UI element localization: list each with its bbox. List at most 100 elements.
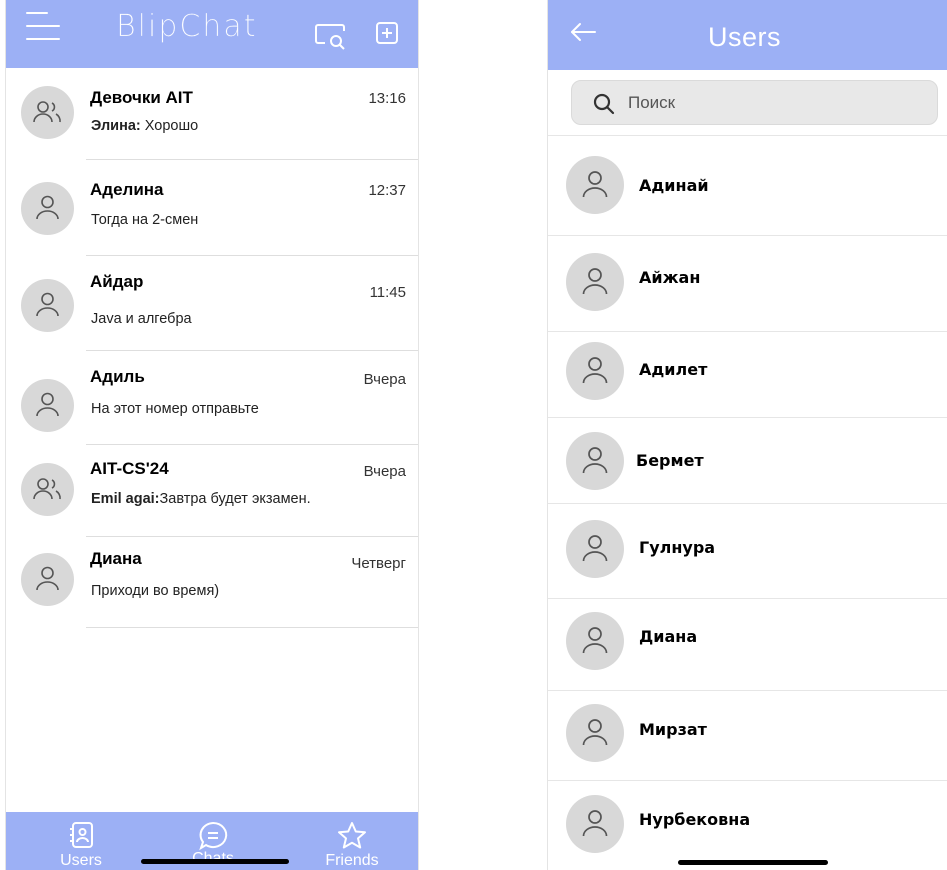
chat-message: Java и алгебра [91, 311, 192, 327]
user-list-item[interactable]: Бермет [548, 417, 947, 507]
person-icon [36, 566, 59, 591]
row-divider [86, 627, 418, 628]
user-name: Айжан [639, 268, 701, 287]
star-icon [338, 822, 366, 849]
user-avatar [566, 795, 624, 853]
hamburger-menu-icon[interactable] [26, 8, 60, 44]
user-avatar [21, 379, 74, 432]
tab-users[interactable]: Users [41, 812, 121, 870]
person-icon [582, 627, 608, 654]
chat-item[interactable]: AIT-CS'24 Вчера Emil agai:Завтра будет э… [6, 445, 418, 537]
user-name: Адилет [639, 360, 708, 379]
chat-preview: Emil agai:Завтра будет экзамен. [91, 491, 311, 507]
chat-bubble-icon [199, 821, 228, 851]
chat-item[interactable]: Диана Четверг Приходи во время) [6, 537, 418, 628]
search-bar[interactable] [571, 80, 938, 125]
chat-sender: Emil agai: [91, 491, 160, 507]
tab-friends[interactable]: Friends [312, 812, 392, 870]
chat-time: 12:37 [368, 182, 406, 199]
chat-time: Вчера [363, 463, 406, 480]
chat-item[interactable]: Девочки AIT 13:16 Элина: Хорошо [6, 68, 418, 160]
user-avatar [21, 182, 74, 235]
chat-item[interactable]: Аделина 12:37 Тогда на 2-смен [6, 160, 418, 256]
chat-list: Девочки AIT 13:16 Элина: Хорошо Аделина … [6, 68, 418, 628]
chat-sender: Элина: [91, 118, 145, 134]
user-avatar [21, 279, 74, 332]
chat-name: Диана [90, 549, 142, 568]
user-list-item[interactable]: Айжан [548, 236, 947, 332]
home-indicator [678, 860, 828, 865]
chat-time: Вчера [363, 371, 406, 388]
chat-preview: На этот номер отправьте [91, 401, 259, 417]
user-list-item[interactable]: Гулнура [548, 503, 947, 599]
user-avatar [566, 253, 624, 311]
user-list-item[interactable]: Нурбековна [548, 780, 947, 870]
chat-time: 13:16 [368, 90, 406, 107]
user-name: Гулнура [639, 538, 716, 557]
page-title: Users [708, 22, 782, 52]
user-list-item[interactable]: Диана [548, 598, 947, 691]
group-icon [33, 478, 61, 500]
user-avatar [566, 342, 624, 400]
home-indicator [141, 859, 289, 864]
chat-message: Приходи во время) [91, 583, 220, 599]
person-icon [36, 292, 59, 317]
chats-header: BlipChat [6, 0, 418, 68]
person-icon [582, 535, 608, 562]
new-chat-icon[interactable] [376, 22, 398, 44]
chat-name: Адиль [90, 367, 145, 386]
chat-name: Айдар [90, 272, 144, 291]
user-list-item[interactable]: Адилет [548, 331, 947, 421]
chat-preview: Java и алгебра [91, 311, 192, 327]
screenshot-stage: BlipChat Девочки AIT 13:16 Элина: Хорошо… [0, 0, 947, 870]
user-name: Бермет [636, 451, 704, 470]
person-icon [36, 195, 59, 220]
user-list-item[interactable]: Адинай [548, 136, 947, 236]
contacts-icon [70, 822, 93, 848]
user-avatar [566, 520, 624, 578]
tab-friends-label: Friends [325, 852, 379, 869]
person-icon [582, 171, 608, 198]
user-name: Нурбековна [639, 810, 751, 829]
chat-name: AIT-CS'24 [90, 459, 169, 478]
person-icon [582, 357, 608, 384]
back-arrow-icon[interactable] [570, 22, 596, 42]
user-name: Адинай [639, 176, 709, 195]
person-icon [36, 392, 59, 417]
chat-message: Завтра будет экзамен. [159, 491, 311, 507]
chat-name: Аделина [90, 180, 164, 199]
chat-preview: Приходи во время) [91, 583, 219, 599]
user-avatar [566, 704, 624, 762]
user-list-item[interactable]: Мирзат [548, 690, 947, 781]
chat-item[interactable]: Айдар 11:45 Java и алгебра [6, 256, 418, 351]
person-icon [582, 810, 608, 837]
person-icon [582, 268, 608, 295]
chat-message: Хорошо [144, 118, 199, 134]
search-chat-icon[interactable] [315, 24, 349, 50]
chat-name: Девочки AIT [90, 88, 193, 107]
group-icon [33, 101, 61, 123]
group-avatar [21, 86, 74, 139]
chats-screen: BlipChat Девочки AIT 13:16 Элина: Хорошо… [5, 0, 419, 870]
chat-preview: Элина: Хорошо [91, 118, 198, 134]
users-screen: Users Адинай Айжан [547, 0, 947, 870]
chat-time: Четверг [351, 555, 406, 572]
user-avatar [566, 432, 624, 490]
chat-message: Тогда на 2-смен [91, 212, 199, 228]
chat-time: 11:45 [369, 284, 406, 301]
person-icon [582, 447, 608, 474]
chat-item[interactable]: Адиль Вчера На этот номер отправьте [6, 351, 418, 445]
user-name: Диана [639, 627, 698, 646]
chat-preview: Тогда на 2-смен [91, 212, 198, 228]
user-avatar [566, 156, 624, 214]
app-title: BlipChat [116, 9, 258, 44]
group-avatar [21, 463, 74, 516]
tab-users-label: Users [60, 852, 102, 869]
user-avatar [21, 553, 74, 606]
search-icon [593, 93, 615, 115]
user-name: Мирзат [639, 720, 707, 739]
person-icon [582, 719, 608, 746]
user-avatar [566, 612, 624, 670]
chat-message: На этот номер отправьте [91, 401, 259, 417]
search-input[interactable] [628, 90, 908, 116]
